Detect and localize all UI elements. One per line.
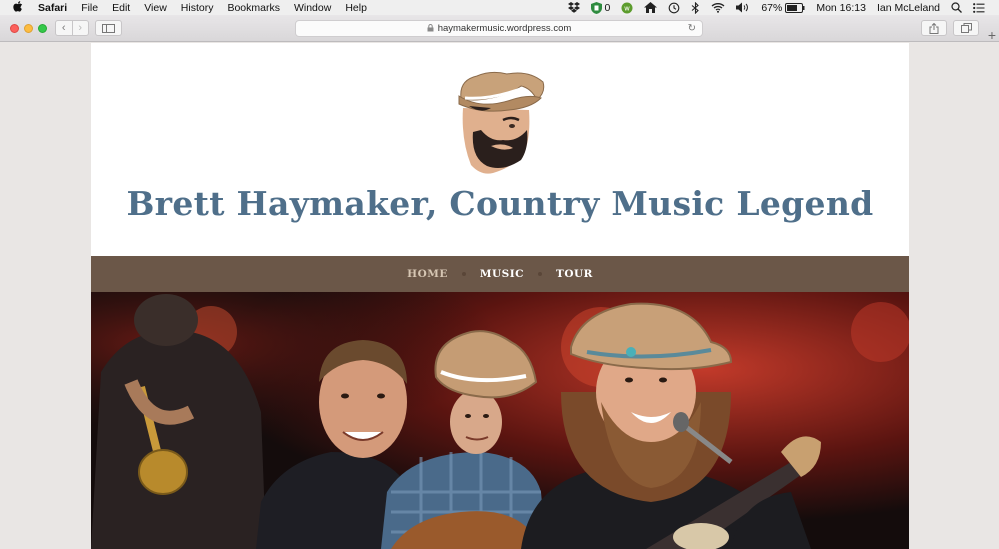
menu-window[interactable]: Window bbox=[294, 2, 331, 14]
battery-status: 67% bbox=[761, 2, 805, 14]
menu-edit[interactable]: Edit bbox=[112, 2, 130, 14]
new-tab-button[interactable]: + bbox=[985, 26, 999, 43]
nav-music[interactable]: MUSIC bbox=[480, 268, 524, 280]
lock-icon bbox=[427, 23, 434, 34]
share-button[interactable] bbox=[921, 20, 947, 36]
close-window-button[interactable] bbox=[10, 24, 19, 33]
sidebar-icon bbox=[102, 23, 115, 33]
notification-center-icon[interactable] bbox=[973, 2, 985, 13]
apple-icon[interactable] bbox=[13, 0, 27, 15]
wifi-icon[interactable] bbox=[711, 2, 725, 13]
plus-icon: + bbox=[987, 26, 997, 43]
adblock-count: 0 bbox=[604, 1, 611, 14]
url-text: haymakermusic.wordpress.com bbox=[437, 23, 572, 34]
minimize-window-button[interactable] bbox=[24, 24, 33, 33]
browser-toolbar: ‹ › haymakermusic.wordpress.com ↻ bbox=[0, 15, 999, 42]
menubar-user[interactable]: Ian McLeland bbox=[877, 2, 940, 14]
back-button[interactable]: ‹ bbox=[56, 21, 72, 35]
volume-icon[interactable] bbox=[736, 2, 750, 13]
forward-button[interactable]: › bbox=[71, 21, 89, 35]
chevron-left-icon: ‹ bbox=[61, 22, 66, 34]
site-title[interactable]: Brett Haymaker, Country Music Legend bbox=[91, 184, 909, 223]
address-bar[interactable]: haymakermusic.wordpress.com ↻ bbox=[295, 20, 703, 37]
adblock-shield-icon bbox=[591, 1, 603, 14]
hero-image bbox=[91, 292, 909, 549]
battery-icon[interactable] bbox=[785, 2, 805, 13]
adblock-indicator[interactable]: 0 bbox=[591, 1, 611, 14]
nav-home[interactable]: HOME bbox=[407, 268, 448, 280]
nav-separator-dot bbox=[538, 272, 542, 276]
main-navigation: HOME MUSIC TOUR bbox=[91, 256, 909, 292]
evernote-icon[interactable]: w bbox=[621, 2, 633, 14]
menu-bar: Safari File Edit View History Bookmarks … bbox=[0, 0, 999, 15]
zoom-window-button[interactable] bbox=[38, 24, 47, 33]
bluetooth-icon[interactable] bbox=[691, 1, 700, 14]
spotlight-icon[interactable] bbox=[951, 2, 962, 13]
menubar-clock[interactable]: Mon 16:13 bbox=[816, 2, 866, 14]
share-icon bbox=[929, 22, 939, 34]
time-machine-icon[interactable] bbox=[668, 2, 680, 14]
chevron-right-icon: › bbox=[78, 22, 83, 34]
home-icon[interactable] bbox=[644, 2, 658, 13]
concert-photo bbox=[91, 292, 909, 549]
menu-bookmarks[interactable]: Bookmarks bbox=[227, 2, 280, 14]
website: Brett Haymaker, Country Music Legend HOM… bbox=[91, 43, 909, 549]
menu-file[interactable]: File bbox=[81, 2, 98, 14]
nav-separator-dot bbox=[461, 272, 466, 276]
menu-view[interactable]: View bbox=[144, 2, 167, 14]
cowboy-avatar-logo bbox=[458, 71, 545, 174]
show-tabs-button[interactable] bbox=[953, 20, 979, 36]
menu-help[interactable]: Help bbox=[345, 2, 367, 14]
svg-text:w: w bbox=[624, 4, 630, 12]
reload-icon[interactable]: ↻ bbox=[688, 23, 696, 34]
history-nav: ‹ › bbox=[55, 20, 89, 36]
sidebar-toggle-button[interactable] bbox=[95, 20, 122, 36]
menu-history[interactable]: History bbox=[181, 2, 214, 14]
nav-tour[interactable]: TOUR bbox=[556, 268, 593, 280]
dropbox-icon[interactable] bbox=[568, 2, 581, 13]
battery-percent: 67% bbox=[761, 1, 783, 14]
tabs-icon bbox=[960, 23, 972, 33]
site-logo[interactable] bbox=[451, 70, 551, 178]
menu-app-name[interactable]: Safari bbox=[38, 2, 67, 14]
